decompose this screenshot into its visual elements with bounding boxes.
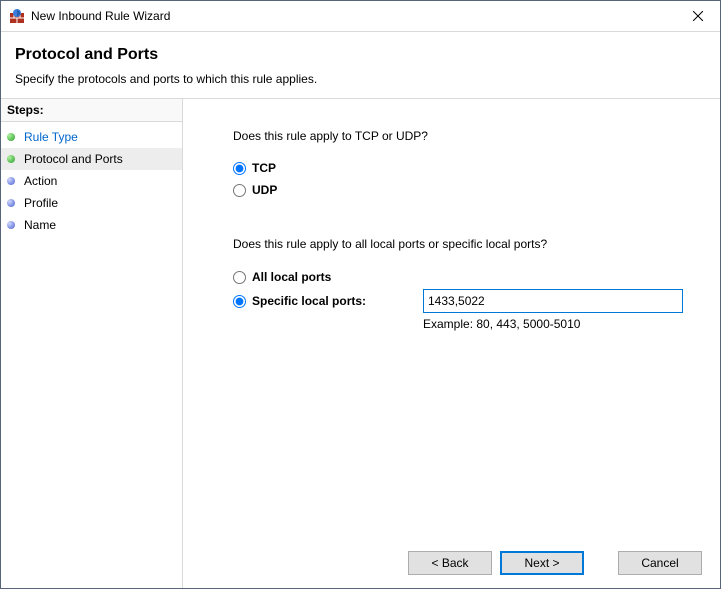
- wizard-body: Steps: Rule Type Protocol and Ports Acti…: [1, 98, 720, 588]
- step-bullet-icon: [7, 177, 15, 185]
- specific-ports-input[interactable]: [423, 289, 683, 313]
- titlebar: New Inbound Rule Wizard: [1, 1, 720, 32]
- step-label: Rule Type: [24, 130, 78, 144]
- radio-udp-label[interactable]: UDP: [252, 183, 277, 197]
- button-bar: < Back Next > Cancel: [183, 538, 720, 588]
- wizard-window: New Inbound Rule Wizard Protocol and Por…: [0, 0, 721, 589]
- step-label: Protocol and Ports: [24, 152, 123, 166]
- all-ports-row: All local ports: [233, 265, 702, 289]
- close-icon: [693, 11, 703, 21]
- radio-tcp-label[interactable]: TCP: [252, 161, 276, 175]
- step-label: Profile: [24, 196, 58, 210]
- protocol-udp-row: UDP: [233, 179, 702, 201]
- step-bullet-icon: [7, 221, 15, 229]
- next-button[interactable]: Next >: [500, 551, 584, 575]
- steps-list: Rule Type Protocol and Ports Action Prof…: [1, 122, 182, 240]
- close-button[interactable]: [675, 2, 720, 31]
- radio-specific-ports[interactable]: [233, 295, 246, 308]
- ports-group: Does this rule apply to all local ports …: [233, 237, 702, 331]
- content-main: Does this rule apply to TCP or UDP? TCP …: [183, 99, 720, 538]
- ports-example: Example: 80, 443, 5000-5010: [233, 317, 702, 331]
- window-title: New Inbound Rule Wizard: [31, 9, 675, 23]
- specific-ports-row: Specific local ports:: [233, 289, 702, 313]
- ports-question: Does this rule apply to all local ports …: [233, 237, 702, 251]
- page-title: Protocol and Ports: [15, 46, 706, 64]
- step-bullet-icon: [7, 199, 15, 207]
- step-label: Action: [24, 174, 57, 188]
- cancel-button[interactable]: Cancel: [618, 551, 702, 575]
- wizard-header: Protocol and Ports Specify the protocols…: [1, 32, 720, 98]
- step-bullet-icon: [7, 155, 15, 163]
- step-bullet-icon: [7, 133, 15, 141]
- page-subtitle: Specify the protocols and ports to which…: [15, 72, 706, 86]
- step-protocol-and-ports[interactable]: Protocol and Ports: [1, 148, 182, 170]
- radio-all-ports-label[interactable]: All local ports: [252, 270, 331, 284]
- steps-header: Steps:: [1, 99, 182, 122]
- step-rule-type[interactable]: Rule Type: [1, 126, 182, 148]
- protocol-tcp-row: TCP: [233, 157, 702, 179]
- radio-udp[interactable]: [233, 184, 246, 197]
- radio-specific-ports-label[interactable]: Specific local ports:: [252, 294, 366, 308]
- radio-tcp[interactable]: [233, 162, 246, 175]
- back-button[interactable]: < Back: [408, 551, 492, 575]
- steps-panel: Steps: Rule Type Protocol and Ports Acti…: [1, 99, 183, 588]
- firewall-icon: [9, 8, 25, 24]
- radio-all-ports[interactable]: [233, 271, 246, 284]
- step-name[interactable]: Name: [1, 214, 182, 236]
- protocol-question: Does this rule apply to TCP or UDP?: [233, 129, 702, 143]
- step-action[interactable]: Action: [1, 170, 182, 192]
- step-label: Name: [24, 218, 56, 232]
- step-profile[interactable]: Profile: [1, 192, 182, 214]
- content-panel: Does this rule apply to TCP or UDP? TCP …: [183, 99, 720, 588]
